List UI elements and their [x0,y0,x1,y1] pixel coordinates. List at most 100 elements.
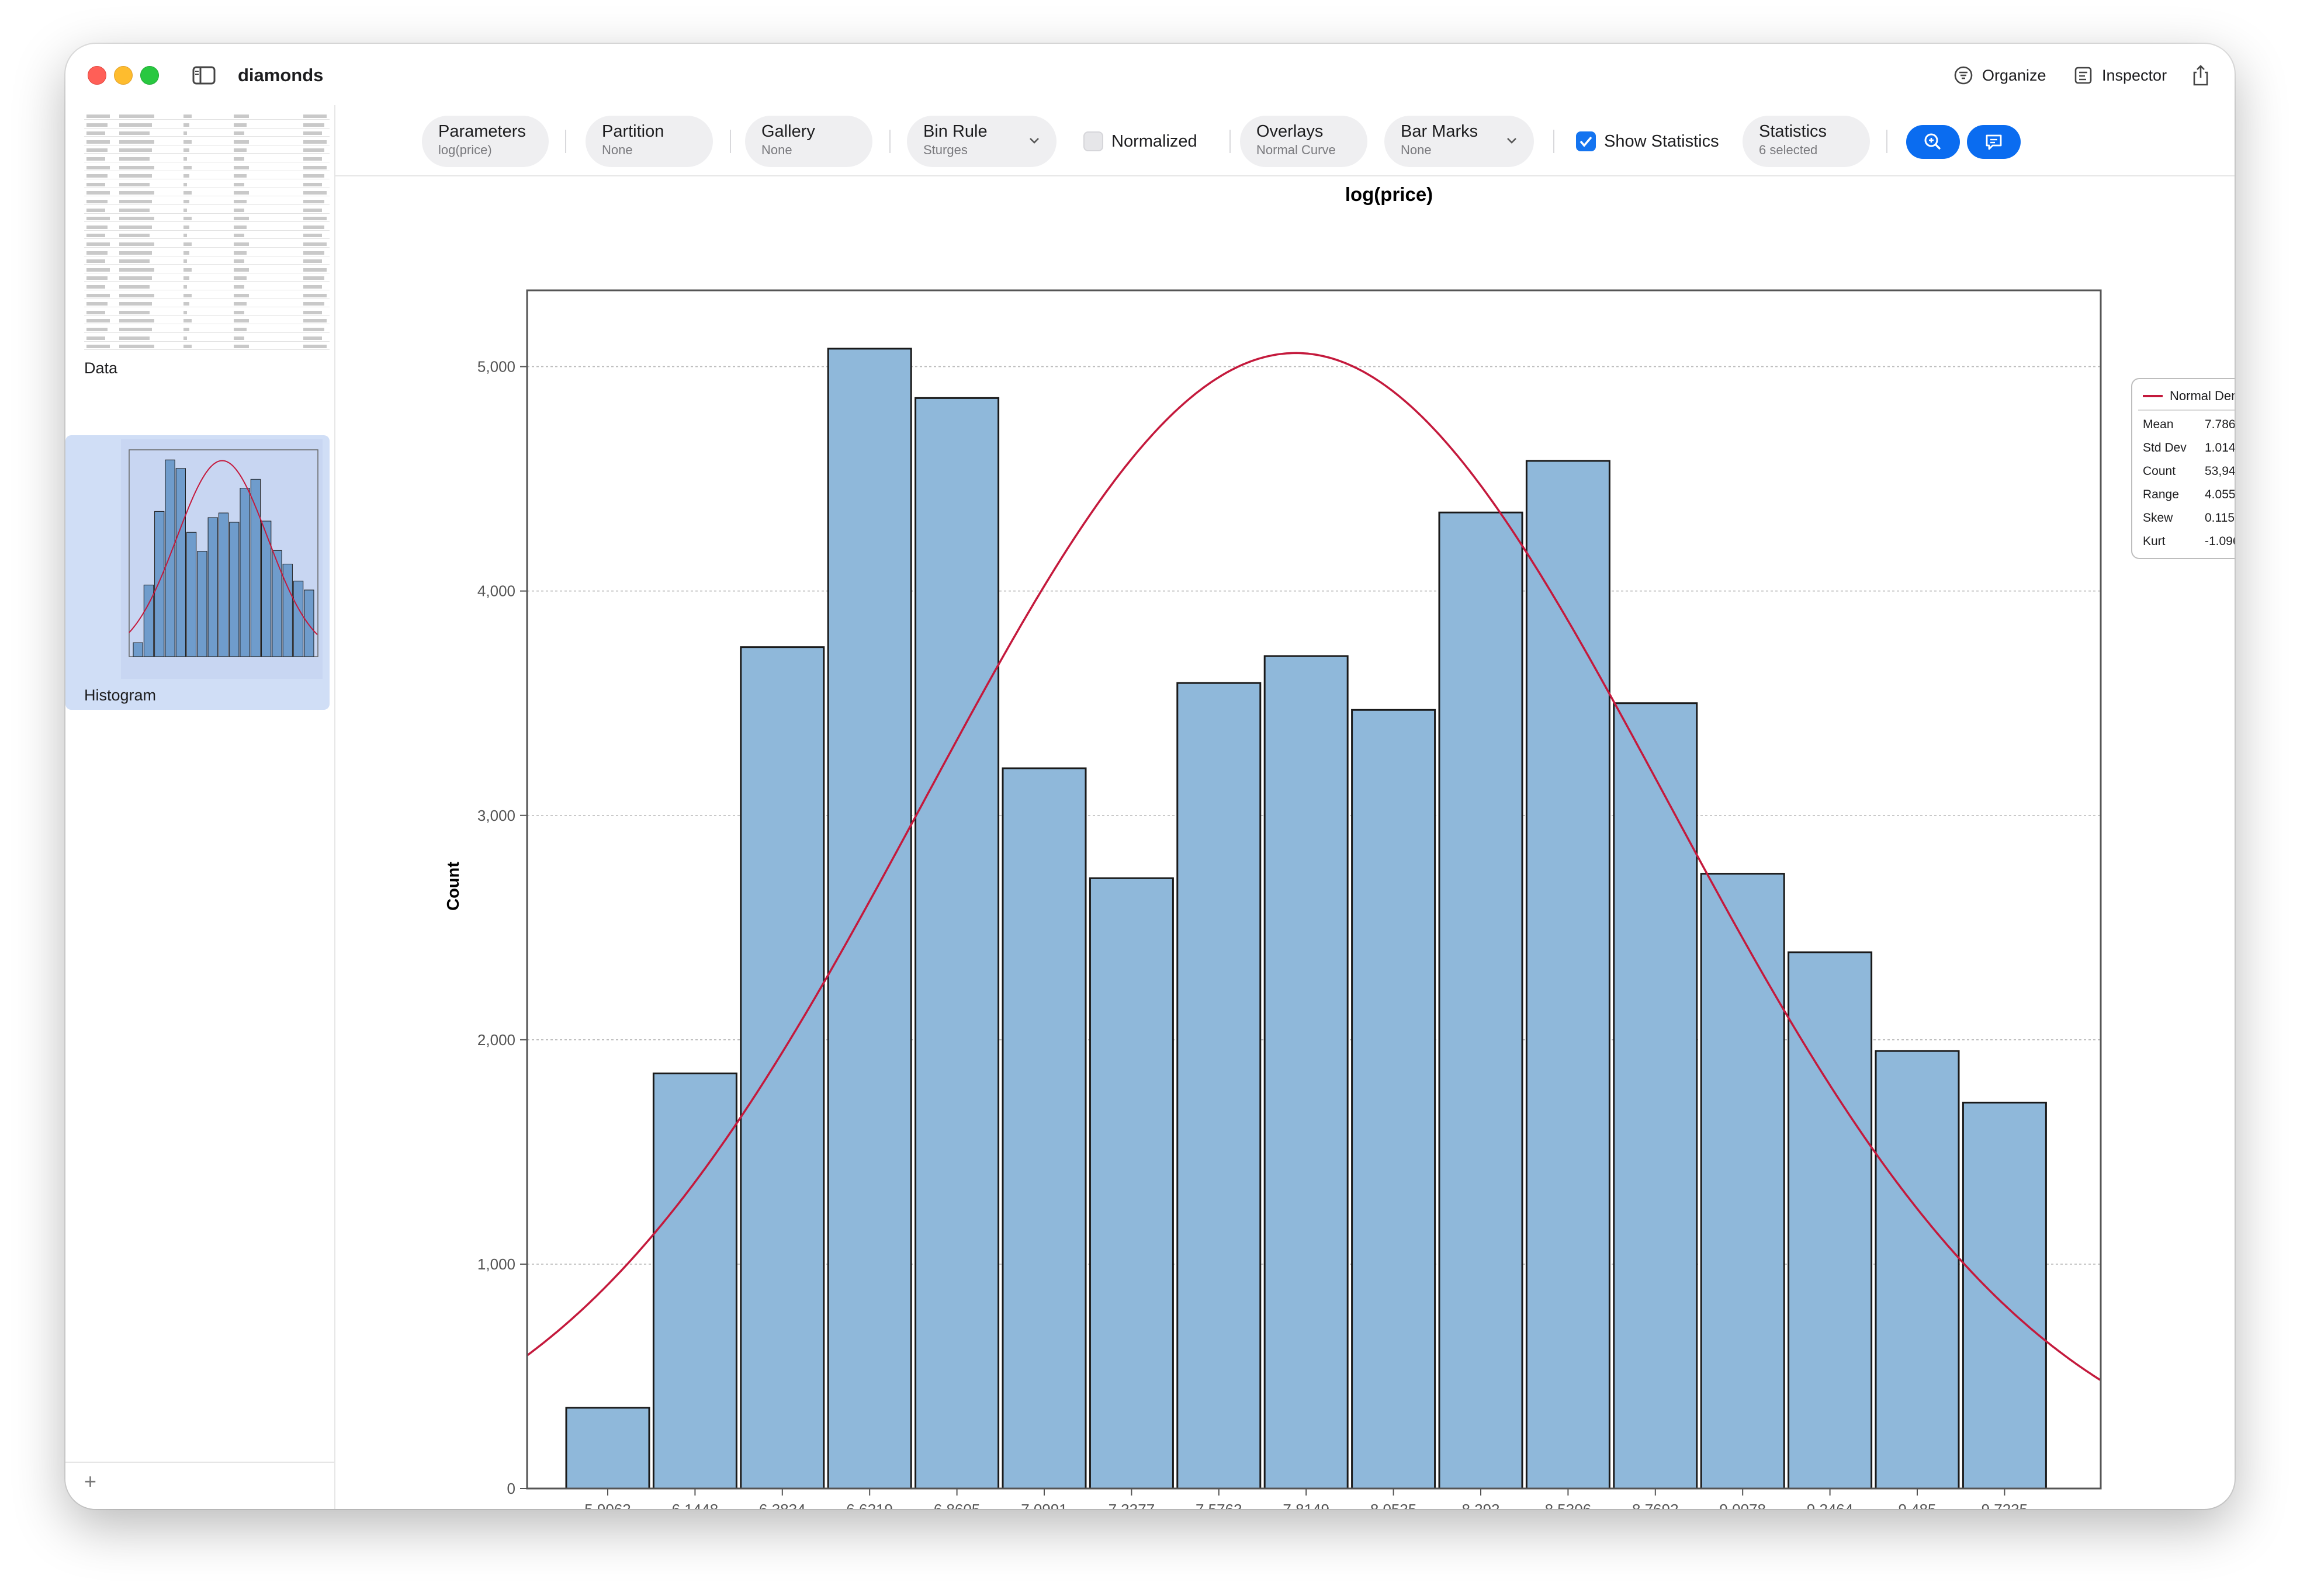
histogram-bar[interactable] [1176,682,1262,1490]
histogram-bar[interactable] [827,348,912,1490]
bar-marks-value: None [1401,143,1432,157]
x-tick-label: 7.8149 [1283,1501,1329,1509]
table-cell-placeholder [119,345,154,349]
sidebar-toggle-button[interactable] [185,61,221,89]
table-cell-placeholder [86,148,108,152]
organize-button[interactable]: Organize [1953,59,2046,92]
add-sheet-button[interactable]: + [84,1469,96,1494]
close-window-button[interactable] [88,66,106,85]
inspector-button[interactable]: Inspector [2073,59,2167,92]
thumbnail-bar [197,551,207,657]
show-statistics-checkbox-box[interactable] [1576,131,1596,151]
statistics-legend: Normal Density Mean 7.7868 Std Dev 1.0146 Co… [2131,378,2235,559]
table-cell-placeholder [234,200,247,203]
toolbar-separator [565,130,566,153]
table-cell-placeholder [119,268,154,272]
normalized-checkbox[interactable]: Normalized [1083,130,1197,153]
statistic-row: Mean 7.7868 [2143,418,2235,441]
parameters-button[interactable]: Parameters log(price) [422,116,549,167]
table-row-line [84,221,330,223]
table-row-line [84,264,330,265]
histogram-bar[interactable] [1875,1050,1960,1490]
overlays-button[interactable]: Overlays Normal Curve [1240,116,1367,167]
histogram-bar[interactable] [1613,702,1698,1490]
table-cell-placeholder [183,217,192,221]
histogram-bar[interactable] [1525,460,1610,1490]
histogram-bar[interactable] [740,646,825,1490]
bin-rule-title: Bin Rule [923,122,988,141]
histogram-bar[interactable] [652,1072,737,1490]
table-cell-placeholder [86,165,110,169]
table-cell-placeholder [86,345,110,349]
table-cell-placeholder [234,165,249,169]
table-cell-placeholder [119,191,154,195]
gallery-button[interactable]: Gallery None [745,116,872,167]
table-cell-placeholder [234,225,247,229]
histogram-bar[interactable] [1962,1101,2047,1490]
thumbnail-bar [229,522,240,657]
table-cell-placeholder [183,123,189,127]
histogram-bar[interactable] [1351,709,1436,1490]
table-cell-placeholder [86,310,105,314]
zoom-window-button[interactable] [140,66,159,85]
show-statistics-checkbox[interactable]: Show Statistics [1576,130,1719,153]
sidebar-item-histogram[interactable]: Histogram [65,435,330,710]
statistic-label: Range [2143,488,2179,501]
histogram-bar[interactable] [1263,655,1349,1490]
table-cell-placeholder [234,285,244,289]
histogram-bar[interactable] [915,397,1000,1490]
table-cell-placeholder [183,131,187,136]
table-cell-placeholder [86,285,105,289]
table-cell-placeholder [119,242,154,246]
table-cell-placeholder [183,182,187,186]
table-cell-placeholder [303,191,327,195]
table-row-line [84,281,330,282]
histogram-bar[interactable] [1438,511,1523,1490]
table-row-line [84,204,330,205]
normalized-checkbox-box[interactable] [1083,131,1103,151]
table-cell-placeholder [86,115,110,118]
y-axis-ticks: 0 1,000 2,000 3,000 4,000 5,000 [477,358,527,1497]
histogram-bar[interactable] [1700,873,1785,1490]
table-cell-placeholder [86,293,110,297]
data-thumbnail[interactable] [84,111,330,351]
table-cell-placeholder [86,276,108,280]
table-row-line [84,153,330,154]
gallery-value: None [761,143,792,157]
table-cell-placeholder [183,345,192,349]
bin-rule-dropdown[interactable]: Bin Rule Sturges [907,116,1057,167]
share-button[interactable] [2190,59,2219,92]
table-cell-placeholder [234,276,247,280]
histogram-bar[interactable] [1089,877,1174,1490]
table-cell-placeholder [303,285,322,289]
minimize-window-button[interactable] [114,66,133,85]
statistics-button[interactable]: Statistics 6 selected [1743,116,1870,167]
statistic-value: 7.7868 [2205,418,2235,431]
table-cell-placeholder [183,140,192,144]
table-row-line [84,119,330,120]
table-cell-placeholder [86,328,108,331]
comment-icon [1986,134,2002,150]
table-cell-placeholder [303,242,327,246]
statistic-value: 4.0559 [2205,488,2235,501]
table-cell-placeholder [119,251,152,255]
table-cell-placeholder [183,191,192,195]
table-cell-placeholder [303,251,324,255]
table-cell-placeholder [303,259,322,263]
table-cell-placeholder [119,225,152,229]
comment-button[interactable] [1967,125,2021,159]
statistic-value: 0.1153 [2205,511,2235,525]
histogram-bar[interactable] [1788,951,1873,1490]
table-cell-placeholder [234,234,244,238]
sidebar-item-data[interactable]: Data [84,359,117,377]
bar-marks-dropdown[interactable]: Bar Marks None [1384,116,1534,167]
zoom-button[interactable] [1906,125,1960,159]
histogram-chart[interactable]: log(price) Count 0 1,000 2,000 3,000 4,000 5,… [334,176,2235,1509]
legend-line-swatch [2143,395,2163,397]
histogram-bar[interactable] [565,1407,650,1490]
table-cell-placeholder [86,182,105,186]
partition-button[interactable]: Partition None [586,116,713,167]
x-axis-ticks: 5.9062 6.1448 6.3834 6.6219 6.8605 7.0991 7.33… [584,1489,2028,1509]
table-cell-placeholder [183,234,187,238]
histogram-bar[interactable] [1002,767,1087,1490]
